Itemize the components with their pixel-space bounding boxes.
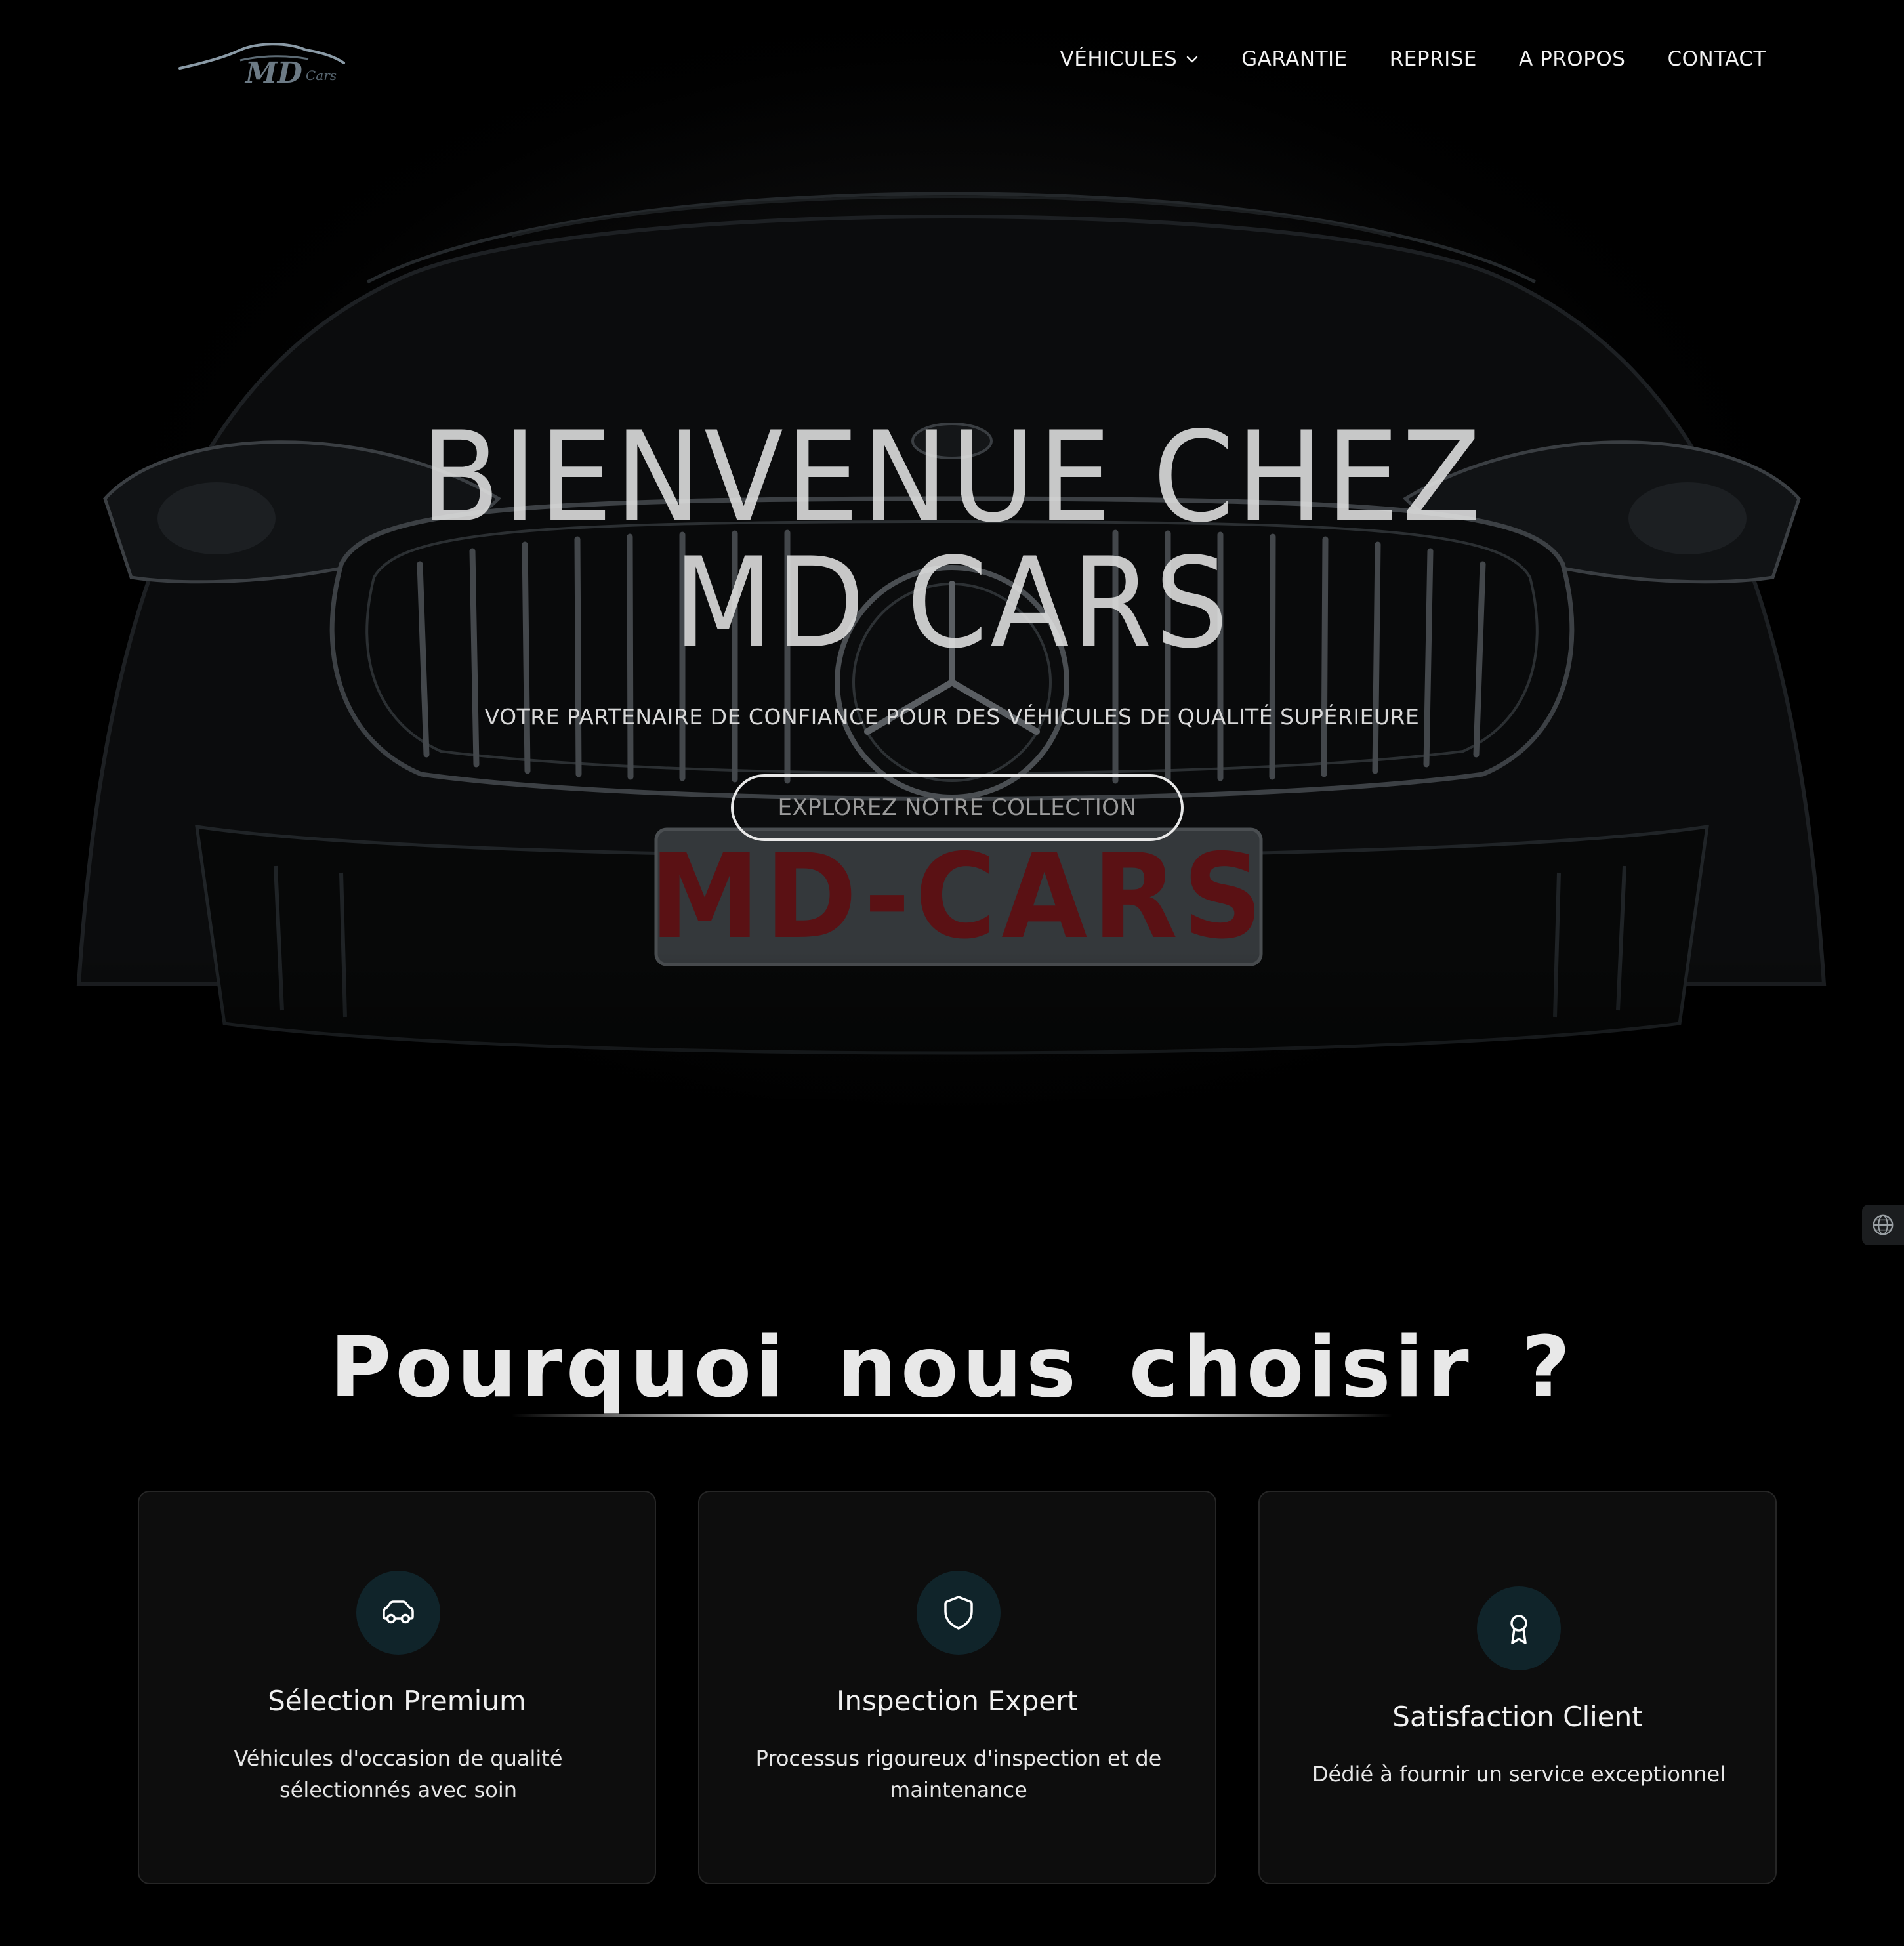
feature-title: Satisfaction Client bbox=[1392, 1701, 1643, 1733]
feature-card-expert-inspection: Inspection Expert Processus rigoureux d'… bbox=[698, 1491, 1216, 1884]
nav-item-reprise[interactable]: REPRISE bbox=[1390, 47, 1477, 71]
feature-card-customer-satisfaction: Satisfaction Client Dédié à fournir un s… bbox=[1258, 1491, 1777, 1884]
page: MD-CARS MD Cars VÉHICULES GARANTIE REPRI… bbox=[0, 0, 1904, 1946]
globe-icon bbox=[1873, 1214, 1894, 1235]
nav-item-label: GARANTIE bbox=[1241, 47, 1348, 71]
nav-item-a-propos[interactable]: A PROPOS bbox=[1519, 47, 1625, 71]
svg-text:MD: MD bbox=[244, 56, 302, 89]
title-underline bbox=[512, 1414, 1392, 1417]
nav-menu: VÉHICULES GARANTIE REPRISE A PROPOS CONT… bbox=[1060, 47, 1766, 71]
feature-description: Véhicules d'occasion de qualité sélectio… bbox=[234, 1746, 563, 1802]
nav-item-label: CONTACT bbox=[1667, 47, 1766, 71]
nav-item-contact[interactable]: CONTACT bbox=[1667, 47, 1766, 71]
feature-title: Inspection Expert bbox=[837, 1685, 1078, 1717]
feature-icon-circle bbox=[1477, 1586, 1561, 1670]
shield-icon bbox=[944, 1596, 973, 1630]
hero-title: BIENVENUE CHEZ MD CARS bbox=[0, 415, 1904, 667]
hero-title-line-2: MD CARS bbox=[673, 531, 1231, 676]
explore-collection-label: EXPLOREZ NOTRE COLLECTION bbox=[777, 795, 1137, 821]
features-cards: Sélection Premium Véhicules d'occasion d… bbox=[138, 1491, 1777, 1884]
feature-description: Dédié à fournir un service exceptionnel bbox=[1312, 1762, 1726, 1787]
nav-item-label: A PROPOS bbox=[1519, 47, 1626, 71]
explore-collection-button[interactable]: EXPLOREZ NOTRE COLLECTION bbox=[731, 774, 1184, 841]
accessibility-widget-button[interactable] bbox=[1862, 1205, 1904, 1245]
md-cars-logo[interactable]: MD Cars bbox=[177, 37, 348, 89]
top-navigation: MD Cars VÉHICULES GARANTIE REPRISE A PRO… bbox=[0, 0, 1904, 125]
nav-item-vehicules[interactable]: VÉHICULES bbox=[1060, 47, 1200, 71]
award-icon bbox=[1510, 1615, 1527, 1644]
feature-icon-circle bbox=[356, 1571, 440, 1655]
why-choose-us-title: Pourquoi nous choisir ? bbox=[329, 1319, 1575, 1417]
feature-description: Processus rigoureux d'inspection et de m… bbox=[755, 1746, 1162, 1802]
hero-section: MD-CARS MD Cars VÉHICULES GARANTIE REPRI… bbox=[0, 0, 1904, 1247]
car-icon bbox=[383, 1600, 414, 1624]
nav-item-label: REPRISE bbox=[1389, 47, 1478, 71]
hero-title-line-1: BIENVENUE CHEZ bbox=[420, 405, 1484, 550]
svg-text:Cars: Cars bbox=[306, 68, 337, 83]
feature-card-premium-selection: Sélection Premium Véhicules d'occasion d… bbox=[138, 1491, 656, 1884]
license-plate-text: MD-CARS bbox=[650, 829, 1268, 964]
hero-fade bbox=[0, 951, 1904, 1247]
hero-subtitle: VOTRE PARTENAIRE DE CONFIANCE POUR DES V… bbox=[484, 704, 1420, 730]
feature-title: Sélection Premium bbox=[268, 1685, 526, 1717]
nav-item-label: VÉHICULES bbox=[1060, 47, 1178, 71]
chevron-down-icon bbox=[1186, 56, 1198, 63]
nav-item-garantie[interactable]: GARANTIE bbox=[1241, 47, 1348, 71]
feature-icon-circle bbox=[917, 1571, 1001, 1655]
